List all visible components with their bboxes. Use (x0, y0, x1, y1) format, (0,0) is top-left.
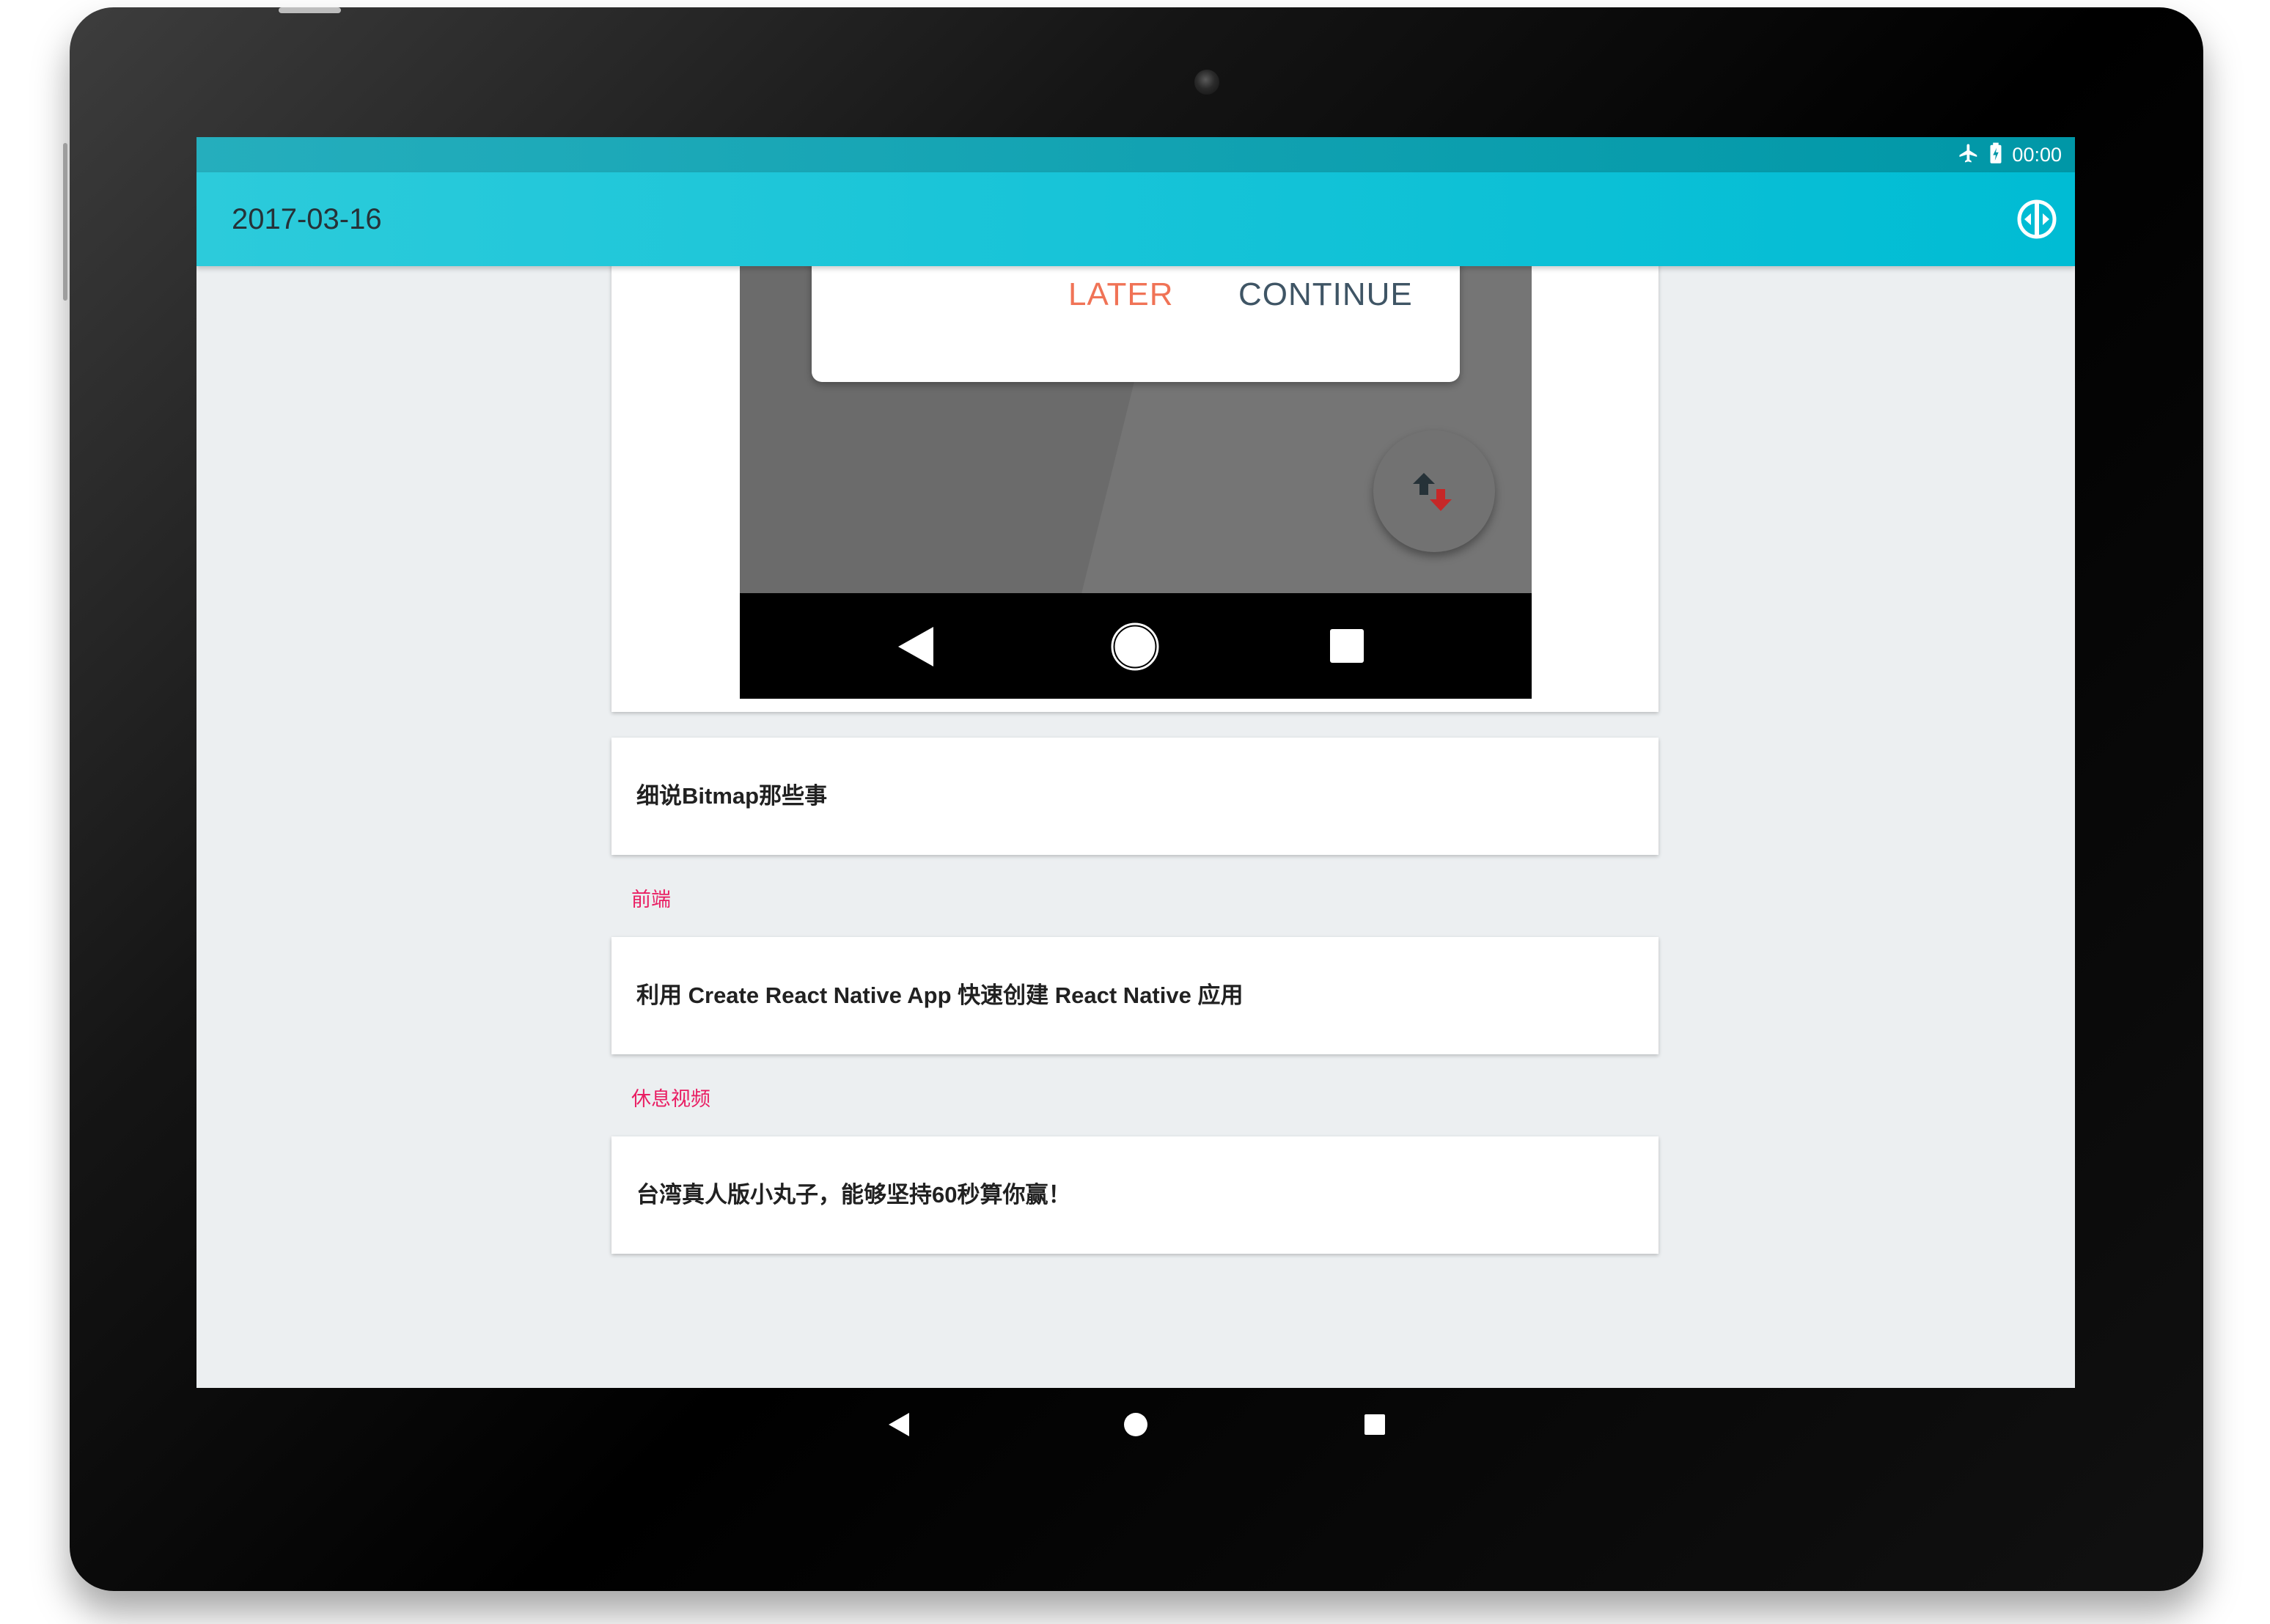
system-nav-bar (196, 1388, 2075, 1461)
article-card[interactable]: 利用 Create React Native App 快速创建 React Na… (611, 937, 1659, 1054)
screen: 00:00 2017-03-16 LATER CONTINUE 细说Bitmap… (196, 137, 2075, 1388)
back-icon[interactable] (895, 625, 935, 672)
app-bar: 2017-03-16 (196, 172, 2075, 266)
status-time: 00:00 (2012, 143, 2062, 166)
battery-charging-icon (1988, 142, 2003, 168)
power-button (279, 7, 341, 13)
back-icon[interactable] (887, 1412, 911, 1441)
update-dialog: LATER CONTINUE (812, 259, 1460, 382)
home-icon[interactable] (1123, 1412, 1148, 1441)
recents-icon[interactable] (1364, 1414, 1386, 1439)
later-button[interactable]: LATER (1068, 276, 1174, 313)
section-label: 前端 (631, 889, 671, 911)
page-title: 2017-03-16 (232, 203, 382, 235)
recents-icon[interactable] (1329, 628, 1364, 667)
fab-button[interactable] (1373, 430, 1495, 552)
article-card[interactable]: 台湾真人版小丸子，能够坚持60秒算你赢！ (611, 1136, 1659, 1254)
airplane-mode-icon (1958, 142, 1980, 168)
status-bar: 00:00 (196, 137, 2075, 172)
screenshot-card[interactable]: LATER CONTINUE (611, 259, 1659, 712)
transfer-arrows-icon (1413, 473, 1452, 511)
section-label: 休息视频 (631, 1088, 710, 1110)
theme-switch-icon[interactable] (2015, 197, 2059, 241)
home-icon[interactable] (1111, 622, 1159, 675)
article-title: 细说Bitmap那些事 (636, 783, 828, 809)
continue-button[interactable]: CONTINUE (1238, 276, 1413, 313)
article-title: 台湾真人版小丸子，能够坚持60秒算你赢！ (636, 1182, 1071, 1208)
article-card[interactable]: 细说Bitmap那些事 (611, 738, 1659, 855)
embedded-nav-bar (740, 593, 1532, 699)
volume-button (63, 143, 67, 301)
embedded-screenshot: LATER CONTINUE (740, 259, 1532, 699)
article-title: 利用 Create React Native App 快速创建 React Na… (636, 982, 1244, 1008)
article-list[interactable]: LATER CONTINUE 细说Bitmap那些事 前端 利用 Create … (196, 259, 2075, 1388)
front-camera (1194, 70, 1219, 95)
